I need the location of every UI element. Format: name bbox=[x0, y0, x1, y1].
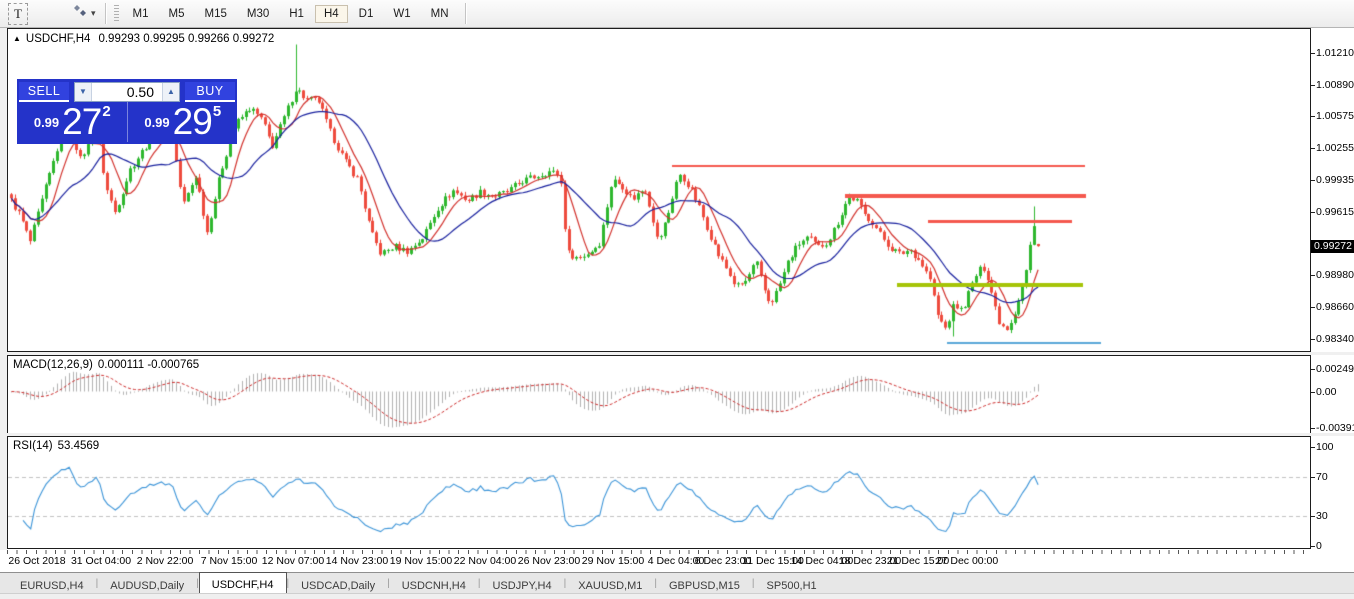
sell-price-pips: 27 bbox=[62, 104, 101, 140]
arrows-tool-icon bbox=[73, 4, 87, 23]
macd-axis-label: 0.002492 bbox=[1316, 364, 1354, 375]
macd-indicator-values: 0.000111 -0.000765 bbox=[98, 359, 199, 371]
rsi-label: RSI(14) 53.4569 bbox=[13, 440, 99, 452]
arrows-tool-button[interactable]: ▾ bbox=[70, 4, 99, 24]
current-price-badge: 0.99272 bbox=[1311, 240, 1354, 253]
timeframe-button-m1[interactable]: M1 bbox=[124, 5, 158, 23]
chart-title: ▲ USDCHF,H4 0.99293 0.99295 0.99266 0.9927… bbox=[13, 33, 274, 45]
chart-tab-usdcad[interactable]: USDCAD,Daily bbox=[289, 575, 387, 594]
chart-symbol-label: USDCHF,H4 bbox=[26, 33, 91, 45]
chart-tab-bar: EURUSD,H4|AUDUSD,Daily|USDCHF,H4|USDCAD,… bbox=[0, 572, 1354, 594]
collapse-chart-icon[interactable]: ▲ bbox=[13, 34, 21, 43]
timeframe-group: M1M5M15M30H1H4D1W1MN bbox=[123, 5, 459, 23]
date-axis-label: 26 Oct 2018 bbox=[8, 555, 65, 567]
one-click-trading-widget: SELL ▼ ▲ BUY 0.99 27 2 0.99 29 5 bbox=[17, 79, 237, 144]
macd-indicator-name: MACD(12,26,9) bbox=[13, 359, 93, 371]
date-axis-label: 22 Nov 04:00 bbox=[454, 555, 516, 567]
date-axis-label: 29 Nov 15:00 bbox=[582, 555, 644, 567]
text-tool-button[interactable]: T bbox=[8, 3, 28, 25]
rsi-indicator-values: 53.4569 bbox=[58, 440, 100, 452]
date-axis-label: 2 Nov 22:00 bbox=[137, 555, 194, 567]
date-axis-label: 12 Nov 07:00 bbox=[262, 555, 324, 567]
toolbar-grip[interactable] bbox=[114, 5, 119, 23]
window-left-edge bbox=[0, 28, 7, 550]
buy-price-point: 5 bbox=[213, 103, 221, 120]
rsi-axis-label: 0 bbox=[1316, 541, 1322, 552]
timeframe-button-m15[interactable]: M15 bbox=[196, 5, 236, 23]
toolbar-separator bbox=[105, 3, 106, 24]
chart-tab-usdchf[interactable]: USDCHF,H4 bbox=[199, 572, 287, 594]
sell-button[interactable]: SELL bbox=[19, 82, 69, 102]
buy-price-pips: 29 bbox=[173, 104, 212, 140]
rsi-panel: RSI(14) 53.4569 bbox=[7, 436, 1311, 549]
buy-price-display[interactable]: 0.99 29 5 bbox=[127, 102, 238, 142]
chart-tab-usdcnh[interactable]: USDCNH,H4 bbox=[390, 575, 478, 594]
buy-price-prefix: 0.99 bbox=[144, 115, 169, 130]
date-axis-label: 27 Dec 00:00 bbox=[936, 555, 998, 567]
top-toolbar: T ▾ M1M5M15M30H1H4D1W1MN bbox=[0, 0, 1354, 28]
chart-tab-audusd[interactable]: AUDUSD,Daily bbox=[98, 575, 196, 594]
timeframe-button-h4[interactable]: H4 bbox=[315, 5, 348, 23]
date-axis-ticks bbox=[7, 550, 1311, 554]
mt4-window: { "toolbar": { "text_tool": "T", "timefr… bbox=[0, 0, 1354, 598]
date-axis-label: 26 Nov 23:00 bbox=[518, 555, 580, 567]
volume-input[interactable] bbox=[92, 83, 162, 101]
main-chart-canvas[interactable] bbox=[8, 29, 1310, 351]
price-axis-label: 1.01210 bbox=[1316, 48, 1354, 59]
date-axis-label: 14 Nov 23:00 bbox=[326, 555, 388, 567]
rsi-indicator-name: RSI(14) bbox=[13, 440, 53, 452]
sell-price-display[interactable]: 0.99 27 2 bbox=[17, 102, 127, 142]
toolbar-separator bbox=[465, 3, 466, 24]
chart-tab-usdjpy[interactable]: USDJPY,H4 bbox=[480, 575, 563, 594]
chart-ohlc-values: 0.99293 0.99295 0.99266 0.99272 bbox=[98, 33, 274, 45]
price-axis: 0.99272 1.01210 1.00890 1.00575 1.00255 0.99… bbox=[1311, 0, 1354, 570]
date-axis-label: 19 Nov 15:00 bbox=[390, 555, 452, 567]
macd-chart-canvas[interactable] bbox=[8, 356, 1310, 433]
date-axis: 26 Oct 2018 31 Oct 04:00 2 Nov 22:00 7 Nov … bbox=[7, 550, 1354, 571]
timeframe-button-w1[interactable]: W1 bbox=[384, 5, 419, 23]
date-axis-label: 7 Nov 15:00 bbox=[201, 555, 258, 567]
price-axis-label: 1.00575 bbox=[1316, 111, 1354, 122]
chart-tab-eurusd[interactable]: EURUSD,H4 bbox=[8, 575, 96, 594]
sell-price-point: 2 bbox=[102, 103, 110, 120]
window-bottom-edge bbox=[0, 593, 1354, 599]
chart-tab-xauusd[interactable]: XAUUSD,M1 bbox=[566, 575, 654, 594]
rsi-axis-label: 30 bbox=[1316, 511, 1328, 522]
rsi-axis-label: 70 bbox=[1316, 472, 1328, 483]
volume-spinner: ▼ ▲ bbox=[74, 82, 180, 102]
dropdown-caret-icon: ▾ bbox=[91, 8, 96, 19]
macd-axis-label: -0.003913 bbox=[1316, 423, 1354, 434]
chart-tab-sp500[interactable]: SP500,H1 bbox=[755, 575, 829, 594]
rsi-axis-label: 100 bbox=[1316, 442, 1334, 453]
price-axis-label: 0.99935 bbox=[1316, 175, 1354, 186]
price-axis-label: 1.00255 bbox=[1316, 143, 1354, 154]
macd-panel: MACD(12,26,9) 0.000111 -0.000765 bbox=[7, 355, 1311, 434]
chart-tab-gbpusd[interactable]: GBPUSD,M15 bbox=[657, 575, 752, 594]
rsi-chart-canvas[interactable] bbox=[8, 437, 1310, 548]
timeframe-button-h1[interactable]: H1 bbox=[280, 5, 313, 23]
macd-axis-label: 0.00 bbox=[1316, 387, 1336, 398]
timeframe-button-m30[interactable]: M30 bbox=[238, 5, 278, 23]
timeframe-button-d1[interactable]: D1 bbox=[350, 5, 383, 23]
volume-increase-button[interactable]: ▲ bbox=[162, 83, 179, 101]
main-chart-panel: ▲ USDCHF,H4 0.99293 0.99295 0.99266 0.9927… bbox=[7, 28, 1311, 352]
price-axis-label: 1.00890 bbox=[1316, 80, 1354, 91]
timeframe-button-mn[interactable]: MN bbox=[422, 5, 458, 23]
buy-button[interactable]: BUY bbox=[185, 82, 235, 102]
price-axis-label: 0.98980 bbox=[1316, 270, 1354, 281]
macd-label: MACD(12,26,9) 0.000111 -0.000765 bbox=[13, 359, 199, 371]
date-axis-label: 31 Oct 04:00 bbox=[71, 555, 131, 567]
price-axis-label: 0.99615 bbox=[1316, 207, 1354, 218]
volume-decrease-button[interactable]: ▼ bbox=[75, 83, 92, 101]
timeframe-button-m5[interactable]: M5 bbox=[160, 5, 194, 23]
text-tool-icon: T bbox=[14, 6, 22, 22]
sell-price-prefix: 0.99 bbox=[34, 115, 59, 130]
price-axis-label: 0.98340 bbox=[1316, 334, 1354, 345]
price-axis-label: 0.98660 bbox=[1316, 302, 1354, 313]
